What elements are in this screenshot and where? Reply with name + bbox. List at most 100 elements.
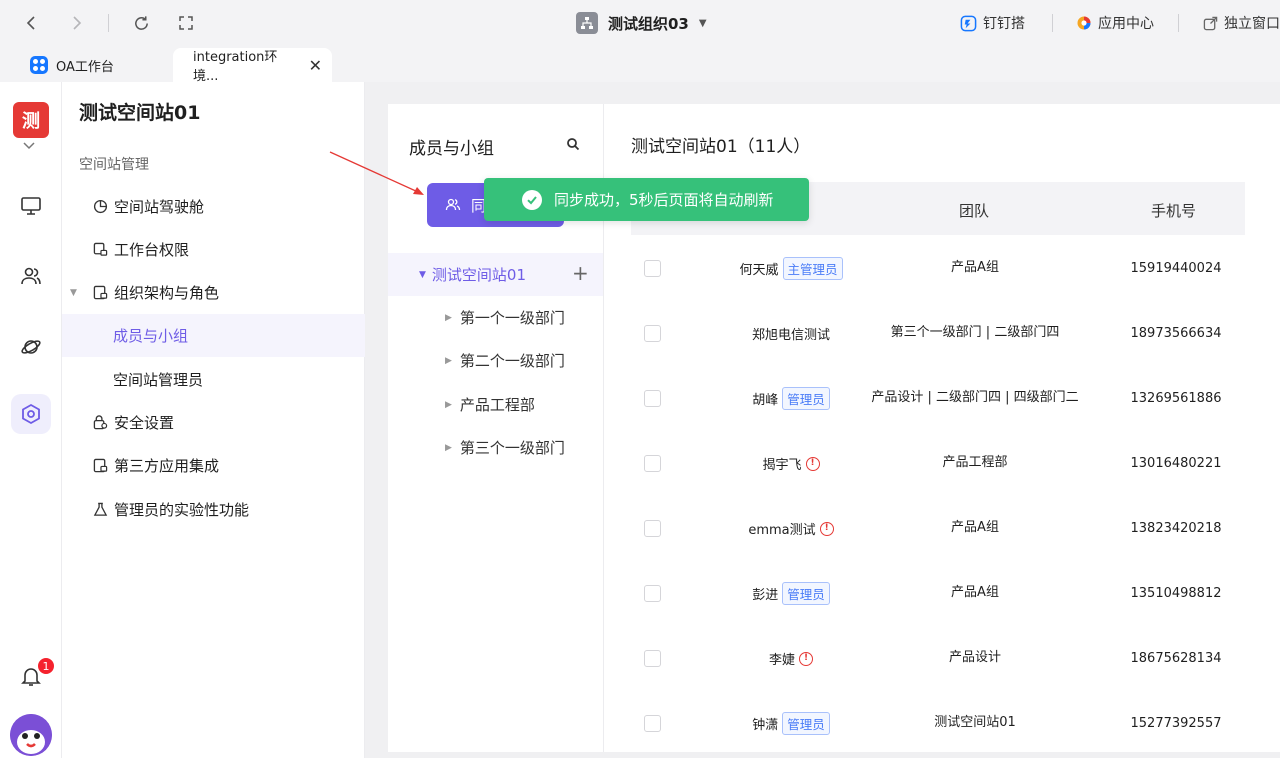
tree-node[interactable]: ▶ 第二个一级部门: [388, 339, 603, 382]
org-switcher[interactable]: 测试组织03 ▼: [576, 10, 707, 36]
row-checkbox[interactable]: [644, 715, 661, 732]
dingda-link[interactable]: 钉钉搭: [960, 12, 1025, 34]
table-row[interactable]: 胡峰 管理员 产品设计 | 二级部门四 | 四级部门二 13269561886: [631, 366, 1245, 431]
flask-icon: [92, 502, 108, 518]
member-team: 产品A组: [951, 520, 999, 536]
row-checkbox[interactable]: [644, 260, 661, 277]
menu-item-security[interactable]: 安全设置: [62, 401, 365, 444]
member-name: emma测试: [748, 523, 816, 538]
chevron-down-icon[interactable]: [22, 140, 36, 154]
menu-item-org-roles[interactable]: ▼ 组织架构与角色: [62, 271, 365, 314]
caret-expanded-icon: ▼: [419, 269, 426, 280]
org-tree-icon: [576, 12, 598, 34]
warning-icon[interactable]: !: [819, 521, 834, 536]
tab-oa-workbench[interactable]: OA工作台: [20, 48, 170, 82]
row-checkbox[interactable]: [644, 520, 661, 537]
org-doc-icon: [92, 285, 108, 301]
caret-down-icon: ▼: [698, 17, 707, 29]
role-tag: 主管理员: [782, 257, 843, 280]
menu-item-label: 管理员的实验性功能: [114, 501, 250, 519]
search-icon[interactable]: [566, 136, 582, 152]
table-row[interactable]: 揭宇飞! 产品工程部 13016480221: [631, 431, 1245, 496]
caret-expanded-icon: ▼: [70, 287, 77, 298]
row-checkbox[interactable]: [644, 325, 661, 342]
lock-icon: [92, 415, 108, 431]
member-phone: 15277392557: [1130, 716, 1222, 731]
table-row[interactable]: emma测试! 产品A组 13823420218: [631, 496, 1245, 561]
menu-section-title: 空间站管理: [79, 157, 149, 173]
member-phone: 13016480221: [1130, 456, 1222, 471]
menu-item-members-groups[interactable]: 成员与小组: [62, 314, 365, 357]
menu-item-third-party[interactable]: 第三方应用集成: [62, 444, 365, 487]
app-center-label: 应用中心: [1098, 16, 1154, 32]
tree-node[interactable]: ▶ 第一个一级部门: [388, 296, 603, 339]
tab-integration[interactable]: integration环境... ✕: [173, 48, 332, 84]
top-bar: 测试组织03 ▼ 钉钉搭 应用中心 独立窗口: [0, 0, 1280, 46]
row-checkbox[interactable]: [644, 390, 661, 407]
menu-item-label: 空间站管理员: [113, 371, 204, 389]
member-team: 测试空间站01: [934, 715, 1016, 731]
forward-icon[interactable]: [64, 11, 88, 35]
member-team: 产品A组: [951, 260, 999, 276]
member-team: 第三个一级部门 | 二级部门四: [890, 325, 1060, 341]
caret-right-icon: ▶: [445, 399, 452, 410]
users-icon: [445, 198, 461, 211]
row-checkbox[interactable]: [644, 585, 661, 602]
member-phone: 13510498812: [1130, 586, 1222, 601]
space-logo[interactable]: 测: [13, 102, 49, 138]
member-name: 彭进: [752, 588, 779, 603]
warning-icon[interactable]: !: [799, 651, 813, 666]
monitor-icon[interactable]: [11, 186, 51, 226]
back-icon[interactable]: [20, 11, 44, 35]
table-row[interactable]: 钟潇 管理员 测试空间站01 15277392557: [631, 691, 1245, 756]
add-icon[interactable]: +: [572, 261, 589, 285]
tree-node-label: 第二个一级部门: [459, 352, 565, 370]
users-icon[interactable]: [11, 256, 51, 296]
caret-right-icon: ▶: [445, 312, 452, 323]
tab-label: OA工作台: [56, 59, 114, 75]
table-row[interactable]: 李婕! 产品设计 18675628134: [631, 626, 1245, 691]
row-checkbox[interactable]: [644, 455, 661, 472]
member-phone: 18973566634: [1130, 326, 1222, 341]
settings-hex-icon[interactable]: [11, 394, 51, 434]
role-tag: 管理员: [782, 712, 830, 735]
standalone-window-link[interactable]: 独立窗口: [1203, 12, 1280, 34]
member-phone: 13823420218: [1130, 521, 1222, 536]
member-team: 产品设计: [948, 650, 1001, 666]
table-row[interactable]: 何天威 主管理员 产品A组 15919440024: [631, 236, 1245, 301]
table-row[interactable]: 郑旭电信测试 第三个一级部门 | 二级部门四 18973566634: [631, 301, 1245, 366]
app-rail: 测 1: [0, 82, 62, 758]
close-icon[interactable]: ✕: [309, 56, 322, 75]
row-checkbox[interactable]: [644, 650, 661, 667]
tree-node[interactable]: ▶ 产品工程部: [388, 383, 603, 426]
caret-right-icon: ▶: [445, 442, 452, 453]
org-title: 测试组织03: [608, 14, 689, 33]
member-name: 李婕: [768, 653, 795, 668]
tree-node-label: 第一个一级部门: [459, 309, 565, 327]
planet-icon[interactable]: [11, 326, 51, 366]
app-center-link[interactable]: 应用中心: [1076, 12, 1154, 34]
fullscreen-icon[interactable]: [174, 11, 198, 35]
table-row[interactable]: 彭进 管理员 产品A组 13510498812: [631, 561, 1245, 626]
dingda-label: 钉钉搭: [983, 16, 1025, 32]
menu-item-space-admins[interactable]: 空间站管理员: [62, 358, 365, 401]
menu-item-workbench-permission[interactable]: 工作台权限: [62, 228, 365, 271]
space-title: 测试空间站01: [79, 102, 201, 124]
tree-root-label: 测试空间站01: [431, 266, 527, 284]
warning-icon[interactable]: !: [805, 456, 820, 471]
menu-item-label: 成员与小组: [113, 327, 189, 345]
refresh-icon[interactable]: [129, 11, 153, 35]
tree-node[interactable]: ▶ 第三个一级部门: [388, 426, 603, 469]
nav-divider: [108, 14, 109, 32]
external-window-icon: [1203, 16, 1218, 30]
member-team: 产品工程部: [942, 455, 1008, 471]
tree-root-node[interactable]: ▼ 测试空间站01 +: [388, 253, 603, 296]
member-team: 产品设计 | 二级部门四 | 四级部门二: [871, 390, 1079, 406]
menu-item-experimental[interactable]: 管理员的实验性功能: [62, 488, 365, 531]
tree-node-label: 产品工程部: [459, 396, 535, 414]
column-header-phone: 手机号: [1151, 202, 1197, 220]
avatar[interactable]: [10, 714, 52, 756]
success-toast: 同步成功，5秒后页面将自动刷新: [484, 178, 809, 221]
dingda-icon: [960, 15, 977, 31]
oa-app-icon: [30, 56, 48, 74]
